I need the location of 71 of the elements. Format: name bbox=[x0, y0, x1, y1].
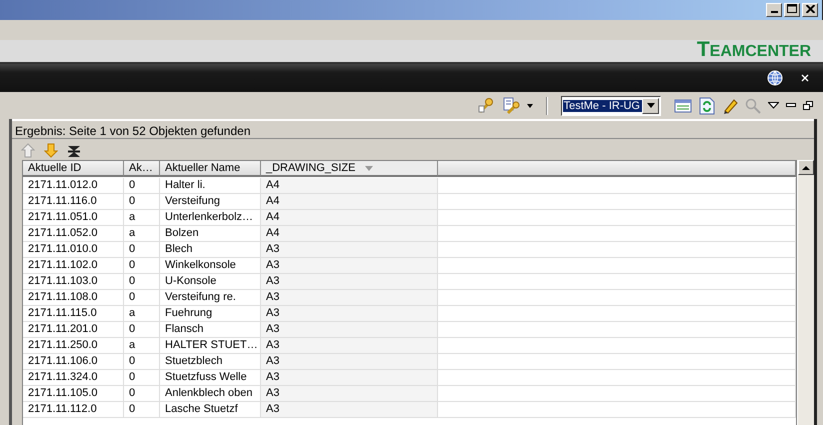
table-cell: A3 bbox=[261, 370, 438, 386]
table-cell: A3 bbox=[261, 306, 438, 322]
table-cell: A4 bbox=[261, 194, 438, 210]
project-dropdown[interactable]: TestMe - IR-UG bbox=[560, 96, 661, 116]
table-cell: A3 bbox=[261, 322, 438, 338]
table-cell: A3 bbox=[261, 242, 438, 258]
maximize-icon bbox=[787, 4, 797, 13]
table-cell: A3 bbox=[261, 386, 438, 402]
table-cell: 2171.11.108.0 bbox=[23, 290, 124, 306]
teamcenter-logo: TEAMCENTER bbox=[696, 40, 811, 62]
table-cell: a bbox=[124, 226, 160, 242]
restore-icon[interactable] bbox=[803, 101, 813, 110]
minimize-icon bbox=[770, 11, 778, 13]
minimize-button[interactable] bbox=[766, 3, 782, 17]
table-cell: 0 bbox=[124, 354, 160, 370]
table-cell: 2171.11.112.0 bbox=[23, 402, 124, 418]
view-menu-icon[interactable] bbox=[768, 102, 779, 109]
table-cell: 2171.11.052.0 bbox=[23, 226, 124, 242]
maximize-button[interactable] bbox=[784, 3, 800, 17]
table-cell: A3 bbox=[261, 258, 438, 274]
arrow-up-icon bbox=[802, 165, 810, 170]
caret-icon bbox=[646, 103, 654, 108]
table-cell: 2171.11.106.0 bbox=[23, 354, 124, 370]
table-cell: 0 bbox=[124, 290, 160, 306]
table-icon[interactable] bbox=[674, 98, 692, 112]
table-cell: 0 bbox=[124, 194, 160, 210]
scroll-up-button[interactable] bbox=[798, 160, 814, 175]
table-cell: A4 bbox=[261, 178, 438, 194]
table-cell: 2171.11.010.0 bbox=[23, 242, 124, 258]
column-header[interactable]: Aktueller Name bbox=[160, 161, 261, 177]
globe-icon[interactable] bbox=[767, 70, 783, 86]
table-cell: a bbox=[124, 210, 160, 226]
refresh-icon[interactable] bbox=[699, 96, 715, 114]
table-cell: 2171.11.102.0 bbox=[23, 258, 124, 274]
table-cell: 2171.11.103.0 bbox=[23, 274, 124, 290]
table-cell: A3 bbox=[261, 338, 438, 354]
table-cell: 0 bbox=[124, 258, 160, 274]
scrollbar[interactable] bbox=[797, 160, 814, 425]
table-cell: 2171.11.324.0 bbox=[23, 370, 124, 386]
table-cell: 0 bbox=[124, 402, 160, 418]
table-cell: A4 bbox=[261, 226, 438, 242]
table-cell: 2171.11.250.0 bbox=[23, 338, 124, 354]
table-cell: 2171.11.051.0 bbox=[23, 210, 124, 226]
column-header[interactable]: Aktuelle ID bbox=[23, 161, 124, 177]
table-cell: 2171.11.116.0 bbox=[23, 194, 124, 210]
table-cell: 2171.11.201.0 bbox=[23, 322, 124, 338]
table-cell: A4 bbox=[261, 210, 438, 226]
table-cell: 2171.11.115.0 bbox=[23, 306, 124, 322]
pencil-icon[interactable] bbox=[722, 98, 738, 114]
table-cell: A3 bbox=[261, 354, 438, 370]
close-button[interactable] bbox=[802, 3, 818, 17]
result-title: Ergebnis: Seite 1 von 52 Objekten gefunden bbox=[15, 124, 250, 138]
column-header[interactable]: Ak… bbox=[124, 161, 160, 177]
close-icon bbox=[806, 4, 814, 12]
table-cell: 0 bbox=[124, 322, 160, 338]
minimize-icon[interactable] bbox=[786, 103, 796, 108]
table-cell: 2171.11.012.0 bbox=[23, 178, 124, 194]
table-cell: A3 bbox=[261, 402, 438, 418]
table-cell: 0 bbox=[124, 386, 160, 402]
close-icon[interactable] bbox=[801, 74, 809, 82]
table-cell: 0 bbox=[124, 242, 160, 258]
table-cell: a bbox=[124, 338, 160, 354]
table-cell: 0 bbox=[124, 274, 160, 290]
table-cell: A3 bbox=[261, 274, 438, 290]
column-header[interactable]: _DRAWING_SIZE bbox=[261, 161, 438, 177]
table-cell: a bbox=[124, 306, 160, 322]
dropdown-caret-icon[interactable] bbox=[526, 104, 533, 108]
table-cell: 0 bbox=[124, 370, 160, 386]
table-cell: A3 bbox=[261, 290, 438, 306]
table-cell: 2171.11.105.0 bbox=[23, 386, 124, 402]
table-cell: 0 bbox=[124, 178, 160, 194]
